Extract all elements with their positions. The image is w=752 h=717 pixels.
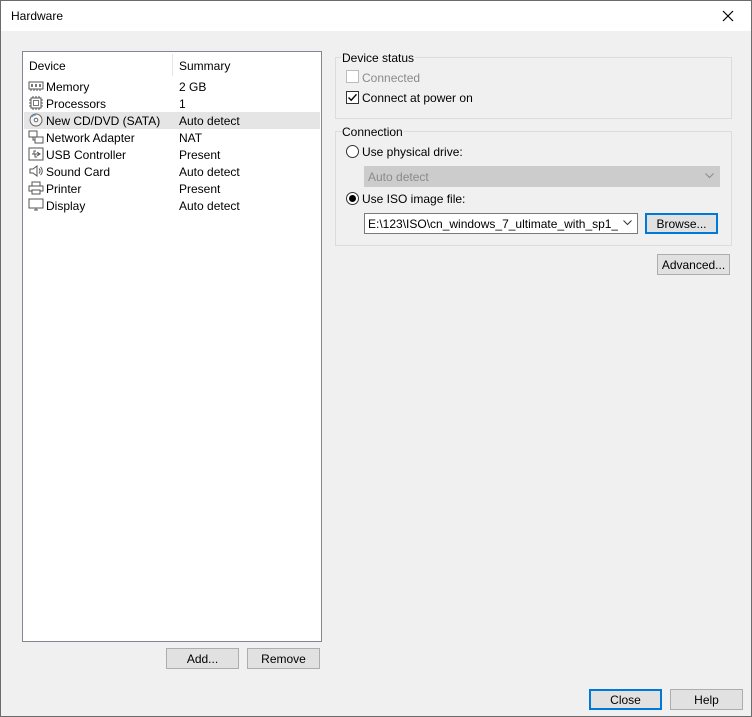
device-row-cd-dvd[interactable]: New CD/DVD (SATA) Auto detect <box>24 112 320 129</box>
use-iso-image-radio[interactable] <box>346 192 359 205</box>
hardware-dialog: Hardware Device Summary Memory 2 GB Proc… <box>0 0 752 717</box>
cd-dvd-icon <box>29 113 43 127</box>
device-name: New CD/DVD (SATA) <box>46 114 161 128</box>
device-summary: Present <box>179 148 221 162</box>
device-name: USB Controller <box>46 148 127 162</box>
physical-drive-dropdown[interactable]: Auto detect <box>364 166 720 187</box>
device-summary: 2 GB <box>179 80 207 94</box>
connection-label: Connection <box>341 125 404 139</box>
connect-at-power-on-checkbox[interactable] <box>346 91 359 104</box>
printer-icon <box>28 181 44 195</box>
checkmark-icon <box>348 93 358 102</box>
device-summary: Auto detect <box>179 199 240 213</box>
device-summary: Auto detect <box>179 114 240 128</box>
window-title: Hardware <box>11 9 64 23</box>
device-name: Printer <box>46 182 82 196</box>
device-summary: Auto detect <box>179 165 240 179</box>
device-row-processors[interactable]: Processors 1 <box>24 95 320 112</box>
device-row-memory[interactable]: Memory 2 GB <box>24 78 320 95</box>
close-window-button[interactable] <box>705 1 751 31</box>
device-name: Display <box>46 199 86 213</box>
device-name: Memory <box>46 80 90 94</box>
title-bar: Hardware <box>1 1 751 31</box>
device-summary: NAT <box>179 131 203 145</box>
physical-drive-value: Auto detect <box>368 170 429 184</box>
device-status-label: Device status <box>341 51 416 65</box>
device-row-display[interactable]: Display Auto detect <box>24 197 320 214</box>
device-name: Processors <box>46 97 107 111</box>
connected-label: Connected <box>362 71 421 85</box>
device-name: Network Adapter <box>46 131 135 145</box>
connect-at-power-on-label: Connect at power on <box>362 91 473 105</box>
browse-button[interactable]: Browse... <box>645 213 718 234</box>
chevron-down-icon <box>623 220 632 226</box>
device-summary: Present <box>179 182 221 196</box>
close-icon <box>722 10 734 22</box>
use-physical-drive-radio[interactable] <box>346 145 359 158</box>
device-row-usb-controller[interactable]: USB Controller Present <box>24 146 320 163</box>
use-iso-image-label: Use ISO image file: <box>362 192 466 206</box>
add-button[interactable]: Add... <box>166 648 239 669</box>
device-status-group <box>335 57 732 119</box>
radio-selected-dot <box>349 195 356 202</box>
device-list: Device Summary Memory 2 GB Processors 1 <box>22 51 322 642</box>
use-physical-drive-label: Use physical drive: <box>362 145 463 159</box>
iso-path-combo[interactable]: E:\123\ISO\cn_windows_7_ultimate_with_sp… <box>364 213 638 234</box>
device-name: Sound Card <box>46 165 111 179</box>
chevron-down-icon <box>705 173 714 179</box>
column-header-summary[interactable]: Summary <box>179 59 230 73</box>
device-row-sound-card[interactable]: Sound Card Auto detect <box>24 163 320 180</box>
memory-icon <box>28 81 44 91</box>
device-summary: 1 <box>179 97 186 111</box>
network-adapter-icon <box>28 130 44 144</box>
help-button[interactable]: Help <box>670 689 743 710</box>
speaker-icon <box>29 165 43 177</box>
remove-button[interactable]: Remove <box>247 648 320 669</box>
iso-path-value: E:\123\ISO\cn_windows_7_ultimate_with_sp… <box>368 217 618 231</box>
column-header-device[interactable]: Device <box>29 59 66 73</box>
column-separator[interactable] <box>172 54 173 76</box>
close-button[interactable]: Close <box>589 689 662 710</box>
usb-icon <box>28 147 44 161</box>
processor-icon <box>29 96 43 110</box>
advanced-button[interactable]: Advanced... <box>657 254 730 275</box>
connected-checkbox[interactable] <box>346 70 359 83</box>
device-row-network-adapter[interactable]: Network Adapter NAT <box>24 129 320 146</box>
monitor-icon <box>28 198 44 211</box>
device-row-printer[interactable]: Printer Present <box>24 180 320 197</box>
